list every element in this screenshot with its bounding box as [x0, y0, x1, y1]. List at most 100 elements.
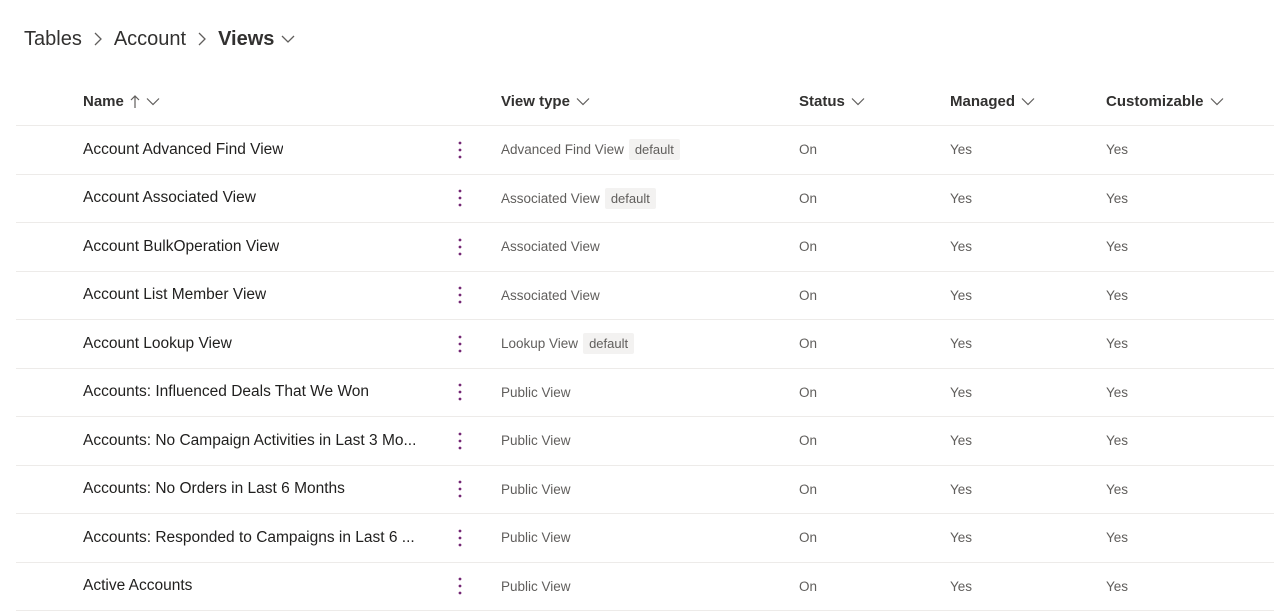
view-type-cell: Public View [501, 369, 781, 417]
table-row[interactable]: Accounts: No Orders in Last 6 Months Pub… [16, 466, 1274, 515]
column-header-status-label: Status [799, 93, 845, 110]
more-options-icon[interactable] [446, 563, 474, 611]
view-type-cell: Lookup View default [501, 320, 781, 368]
status-cell: On [799, 514, 919, 562]
view-type: Associated View [501, 288, 600, 303]
chevron-right-icon [82, 24, 114, 54]
default-badge: default [629, 139, 680, 160]
view-name-link[interactable]: Account Advanced Find View [83, 126, 423, 174]
table-row[interactable]: Account Advanced Find View Advanced Find… [16, 126, 1274, 175]
managed-cell: Yes [950, 369, 1070, 417]
view-type: Advanced Find View [501, 142, 624, 157]
column-header-managed-label: Managed [950, 93, 1015, 110]
chevron-down-icon[interactable] [276, 24, 300, 54]
customizable-cell: Yes [1106, 223, 1246, 271]
status-cell: On [799, 272, 919, 320]
default-badge: default [605, 188, 656, 209]
view-name: Accounts: Influenced Deals That We Won [83, 383, 369, 401]
view-name: Account Advanced Find View [83, 141, 283, 159]
table-row[interactable]: Accounts: Influenced Deals That We Won P… [16, 369, 1274, 418]
customizable-cell: Yes [1106, 175, 1246, 223]
table-row[interactable]: Accounts: No Campaign Activities in Last… [16, 417, 1274, 466]
status-cell: On [799, 417, 919, 465]
view-type: Public View [501, 530, 571, 545]
status-cell: On [799, 175, 919, 223]
column-header-status[interactable]: Status [799, 78, 865, 125]
view-name: Accounts: No Orders in Last 6 Months [83, 480, 345, 498]
column-header-managed[interactable]: Managed [950, 78, 1035, 125]
status-cell: On [799, 126, 919, 174]
view-name-link[interactable]: Accounts: Responded to Campaigns in Last… [83, 514, 423, 562]
breadcrumb: Tables Account Views [24, 24, 300, 54]
view-name-link[interactable]: Accounts: Influenced Deals That We Won [83, 369, 423, 417]
view-type-cell: Public View [501, 514, 781, 562]
chevron-down-icon [576, 97, 590, 106]
view-name: Account BulkOperation View [83, 238, 279, 256]
view-type: Associated View [501, 191, 600, 206]
chevron-down-icon [146, 97, 160, 106]
table-row[interactable]: Account List Member View Associated View… [16, 272, 1274, 321]
breadcrumb-item-tables[interactable]: Tables [24, 28, 82, 51]
table-row[interactable]: Account Lookup View Lookup View default … [16, 320, 1274, 369]
customizable-cell: Yes [1106, 369, 1246, 417]
chevron-down-icon [1021, 97, 1035, 106]
more-options-icon[interactable] [446, 126, 474, 174]
view-name-link[interactable]: Active Accounts [83, 563, 423, 611]
more-options-icon[interactable] [446, 417, 474, 465]
column-header-name-label: Name [83, 93, 124, 110]
managed-cell: Yes [950, 320, 1070, 368]
column-header-customizable[interactable]: Customizable [1106, 78, 1224, 125]
status-cell: On [799, 369, 919, 417]
default-badge: default [583, 333, 634, 354]
chevron-right-icon [186, 24, 218, 54]
table-row[interactable]: Account Associated View Associated View … [16, 175, 1274, 224]
more-options-icon[interactable] [446, 369, 474, 417]
managed-cell: Yes [950, 466, 1070, 514]
more-options-icon[interactable] [446, 320, 474, 368]
breadcrumb-current-views[interactable]: Views [218, 28, 274, 51]
more-options-icon[interactable] [446, 175, 474, 223]
more-options-icon[interactable] [446, 272, 474, 320]
customizable-cell: Yes [1106, 126, 1246, 174]
view-type: Associated View [501, 239, 600, 254]
status-cell: On [799, 563, 919, 611]
customizable-cell: Yes [1106, 272, 1246, 320]
view-type-cell: Associated View [501, 223, 781, 271]
view-type-cell: Associated View default [501, 175, 781, 223]
managed-cell: Yes [950, 514, 1070, 562]
column-header-customizable-label: Customizable [1106, 93, 1204, 110]
view-name-link[interactable]: Account List Member View [83, 272, 423, 320]
managed-cell: Yes [950, 417, 1070, 465]
view-name-link[interactable]: Account BulkOperation View [83, 223, 423, 271]
column-header-name[interactable]: Name [83, 78, 160, 125]
view-type-cell: Public View [501, 563, 781, 611]
view-type: Public View [501, 579, 571, 594]
view-name-link[interactable]: Account Associated View [83, 175, 423, 223]
managed-cell: Yes [950, 223, 1070, 271]
breadcrumb-item-account[interactable]: Account [114, 28, 186, 51]
grid-body: Account Advanced Find View Advanced Find… [16, 126, 1274, 611]
customizable-cell: Yes [1106, 563, 1246, 611]
view-name-link[interactable]: Accounts: No Orders in Last 6 Months [83, 466, 423, 514]
view-name: Accounts: No Campaign Activities in Last… [83, 432, 416, 450]
managed-cell: Yes [950, 563, 1070, 611]
chevron-down-icon [1210, 97, 1224, 106]
view-name: Account Associated View [83, 189, 256, 207]
status-cell: On [799, 320, 919, 368]
more-options-icon[interactable] [446, 514, 474, 562]
column-header-view-type-label: View type [501, 93, 570, 110]
column-header-view-type[interactable]: View type [501, 78, 590, 125]
view-type: Public View [501, 385, 571, 400]
managed-cell: Yes [950, 175, 1070, 223]
table-row[interactable]: Accounts: Responded to Campaigns in Last… [16, 514, 1274, 563]
customizable-cell: Yes [1106, 514, 1246, 562]
chevron-down-icon [851, 97, 865, 106]
more-options-icon[interactable] [446, 223, 474, 271]
grid-header: Name View type Status Managed [16, 78, 1274, 126]
view-name-link[interactable]: Accounts: No Campaign Activities in Last… [83, 417, 423, 465]
view-name-link[interactable]: Account Lookup View [83, 320, 423, 368]
more-options-icon[interactable] [446, 466, 474, 514]
table-row[interactable]: Account BulkOperation View Associated Vi… [16, 223, 1274, 272]
customizable-cell: Yes [1106, 417, 1246, 465]
view-name: Account Lookup View [83, 335, 232, 353]
